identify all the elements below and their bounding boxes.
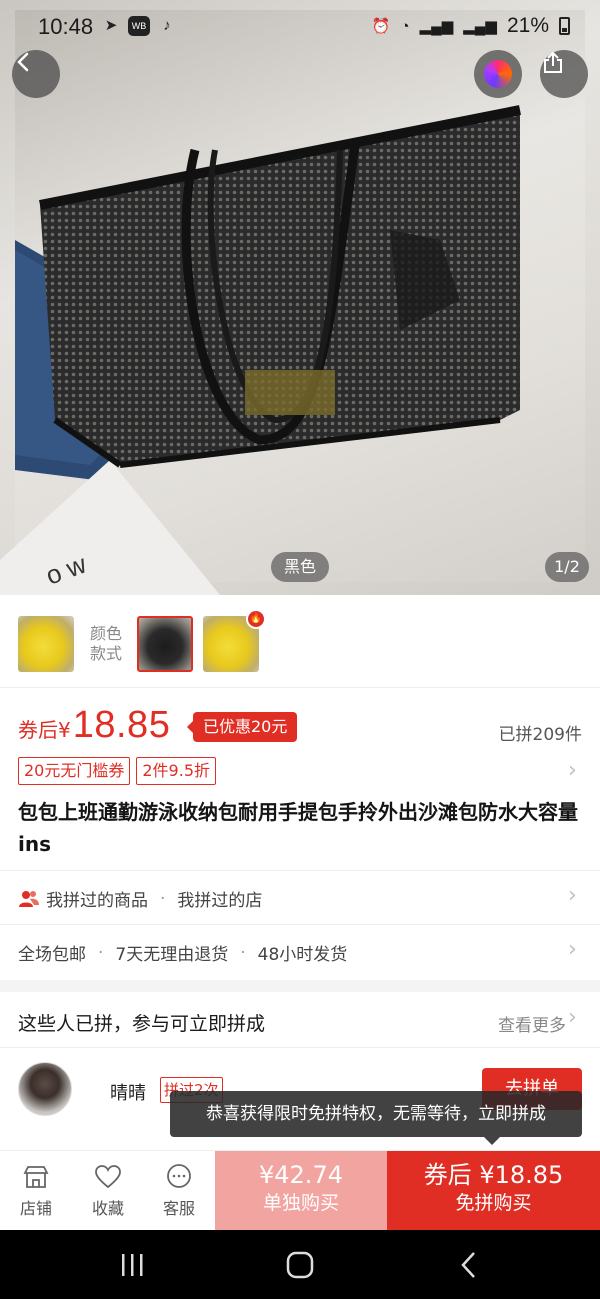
variant-label: 颜色款式 — [90, 624, 123, 663]
alone-price: ¥42.74 — [259, 1161, 343, 1189]
history-stores-link[interactable]: 我拼过的店 — [177, 886, 262, 911]
heart-icon — [95, 1165, 121, 1189]
share-icon — [544, 51, 562, 73]
alarm-icon: ⏰ — [371, 18, 391, 35]
current-color-tag[interactable]: 黑色 — [271, 552, 329, 582]
group-buy-title: 这些人已拼，参与可立即拼成 — [18, 1013, 266, 1035]
buy-now-price: 券后 ¥18.85 — [423, 1161, 564, 1189]
variant-thumb-yellow[interactable] — [18, 616, 74, 672]
chevron-right-icon: › — [568, 937, 577, 962]
history-products-link[interactable]: 我拼过的商品 — [46, 886, 148, 911]
app-logo-button[interactable] — [474, 50, 522, 98]
variant-selector: 颜色款式 — [0, 600, 600, 688]
service-return-policy: 7天无理由退货 — [115, 945, 229, 965]
coupon-tag[interactable]: 20元无门槛券 — [18, 757, 131, 785]
store-label: 店铺 — [19, 1199, 52, 1218]
price-row: 券后¥ 18.85 — [18, 704, 170, 752]
free-group-tooltip: 恭喜获得限时免拼特权，无需等待，立即拼成 — [170, 1091, 582, 1145]
section-divider — [0, 980, 600, 992]
signal-icon: ▂▄▆ — [419, 18, 454, 35]
telegram-icon: ➤ — [104, 17, 118, 34]
chevron-right-icon: › — [568, 883, 577, 908]
recent-apps-icon[interactable] — [122, 1254, 143, 1276]
purchase-history-row[interactable]: 我拼过的商品 · 我拼过的店 › — [0, 870, 600, 924]
buy-now-label: 免拼购买 — [455, 1192, 532, 1214]
brand-logo-icon — [484, 60, 512, 88]
customer-service-button[interactable]: 客服 — [143, 1151, 215, 1231]
product-title: 包包上班通勤游泳收纳包耐用手提包手拎外出沙滩包防水大容量ins — [18, 800, 578, 856]
hot-flame-icon: 🔥 — [246, 609, 266, 629]
buy-alone-button[interactable]: ¥42.74 单独购买 — [215, 1151, 387, 1231]
wifi-icon: ◔ — [400, 17, 410, 35]
buy-now-button[interactable]: 券后 ¥18.85 免拼购买 — [387, 1151, 600, 1231]
alone-label: 单独购买 — [262, 1192, 339, 1214]
tiktok-icon: ♪ — [163, 17, 171, 34]
share-button[interactable] — [540, 50, 588, 98]
bottom-action-bar: 店铺 收藏 客服 ¥42.74 单独购买 券后 ¥18.85 免拼购买 — [0, 1150, 600, 1231]
service-label: 客服 — [162, 1199, 195, 1218]
status-time: 10:48 — [38, 14, 94, 39]
group-buy-header: 这些人已拼，参与可立即拼成 查看更多 › — [0, 992, 600, 1048]
system-navigation-bar — [0, 1230, 600, 1299]
back-nav-icon[interactable] — [461, 1252, 475, 1278]
avatar — [18, 1062, 72, 1116]
chevron-right-icon[interactable]: › — [568, 758, 577, 783]
separator: · — [240, 942, 246, 963]
battery-icon — [559, 17, 570, 35]
coupon-tag[interactable]: 2件9.5折 — [136, 757, 217, 785]
signal-icon: ▂▄▆ — [463, 18, 497, 35]
image-page-indicator: 1/2 — [545, 552, 589, 582]
grouped-count: 已拼209件 — [498, 725, 582, 745]
favorite-label: 收藏 — [91, 1199, 124, 1218]
users-icon — [19, 890, 39, 907]
coupon-list[interactable]: 20元无门槛券 2件9.5折 — [18, 757, 217, 785]
store-button[interactable]: 店铺 — [0, 1151, 72, 1231]
group-user-name: 晴晴 — [110, 1083, 146, 1104]
weibo-icon: WB — [128, 16, 150, 36]
status-app-icons: ➤ WB ♪ — [100, 15, 178, 37]
store-icon — [23, 1166, 49, 1188]
separator: · — [160, 888, 166, 909]
service-row[interactable]: 全场包邮 · 7天无理由退货 · 48小时发货 › — [0, 924, 600, 978]
variant-thumb-black[interactable] — [137, 616, 193, 672]
home-icon[interactable] — [286, 1251, 314, 1279]
chat-icon — [167, 1164, 191, 1188]
status-system-icons: ⏰ ◔ ▂▄▆ ▂▄▆ 21% — [372, 14, 570, 38]
discount-badge: 已优惠20元 — [186, 712, 298, 742]
price-prefix: 券后¥ — [18, 718, 71, 742]
view-more-link[interactable]: 查看更多 — [498, 1011, 566, 1036]
chevron-right-icon[interactable]: › — [568, 1005, 577, 1030]
battery-percent: 21% — [506, 14, 549, 37]
chevron-left-icon — [17, 52, 29, 72]
service-free-shipping: 全场包邮 — [18, 945, 86, 965]
price-value: 18.85 — [72, 704, 171, 746]
separator: · — [98, 942, 104, 963]
product-gallery[interactable]: o w 10:48 ➤ WB ♪ ⏰ ◔ ▂▄▆ ▂▄▆ 21% 黑色 1/2 — [0, 0, 600, 595]
back-button[interactable] — [12, 50, 60, 98]
system-nav-icons — [122, 1251, 475, 1279]
status-bar: 10:48 ➤ WB ♪ ⏰ ◔ ▂▄▆ ▂▄▆ 21% — [0, 0, 600, 52]
favorite-button[interactable]: 收藏 — [72, 1151, 144, 1231]
service-shipping-time: 48小时发货 — [257, 945, 348, 965]
